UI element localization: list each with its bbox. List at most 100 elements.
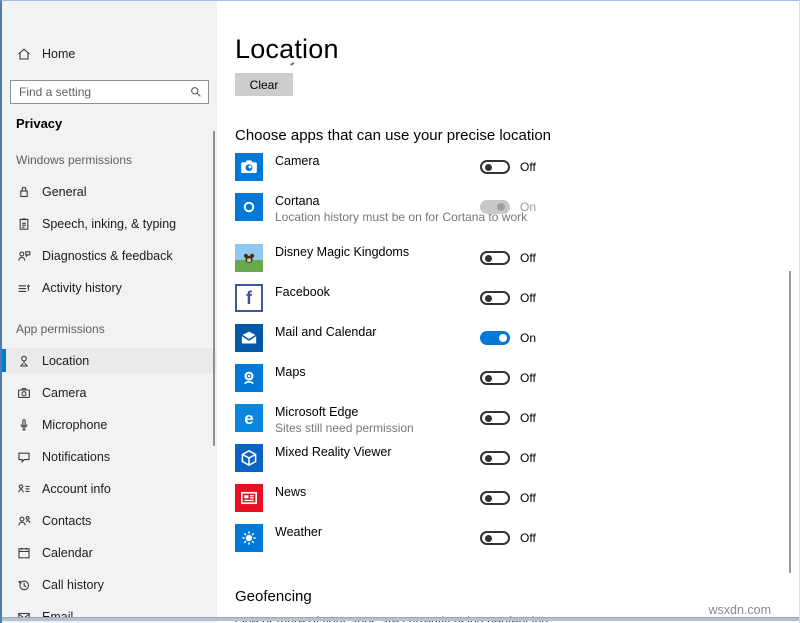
mixed-reality-tile-icon — [235, 444, 263, 472]
app-row-news: News Off — [235, 484, 799, 524]
sidebar-item-label: Speech, inking, & typing — [42, 217, 176, 231]
toggle-state-label: Off — [520, 251, 536, 265]
sidebar: Home Privacy Windows permissions General… — [2, 1, 217, 623]
maps-tile-icon — [235, 364, 263, 392]
sidebar-item-notifications[interactable]: Notifications — [2, 444, 217, 469]
main-panel: Location Clear Choose apps that can use … — [217, 1, 799, 623]
edge-tile-icon: e — [235, 404, 263, 432]
facebook-location-toggle[interactable] — [480, 291, 510, 305]
sidebar-item-label: General — [42, 185, 86, 199]
app-row-camera: Camera Off — [235, 153, 799, 193]
toggle-state-label: Off — [520, 291, 536, 305]
search-icon[interactable] — [189, 85, 203, 99]
toggle-state-label: On — [520, 331, 536, 345]
settings-window: ← Settings – □ ✕ Home Privacy Windows pe… — [0, 0, 800, 623]
group-label-app-permissions: App permissions — [2, 322, 217, 336]
call-history-icon — [16, 577, 32, 593]
edge-location-toggle[interactable] — [480, 411, 510, 425]
sidebar-item-general[interactable]: General — [2, 179, 217, 204]
sidebar-item-calendar[interactable]: Calendar — [2, 540, 217, 565]
location-icon — [16, 353, 32, 369]
camera-location-toggle[interactable] — [480, 160, 510, 174]
app-permission-list: Camera Off Cortana Location history must… — [235, 153, 799, 564]
toggle-state-label: Off — [520, 531, 536, 545]
calendar-icon — [16, 545, 32, 561]
app-row-facebook: f Facebook Off — [235, 284, 799, 324]
clear-button[interactable]: Clear — [235, 73, 293, 96]
toggle-state-label: Off — [520, 491, 536, 505]
app-row-microsoft-edge: e Microsoft Edge Sites still need permis… — [235, 404, 799, 444]
mail-calendar-location-toggle[interactable] — [480, 331, 510, 345]
lock-icon — [16, 184, 32, 200]
toggle-knob — [497, 203, 505, 211]
disney-location-toggle[interactable] — [480, 251, 510, 265]
mixed-reality-location-toggle[interactable] — [480, 451, 510, 465]
sidebar-item-contacts[interactable]: Contacts — [2, 508, 217, 533]
sidebar-item-location[interactable]: Location — [2, 348, 217, 373]
microphone-icon — [16, 417, 32, 433]
toggle-state-label: Off — [520, 160, 536, 174]
toggle-knob — [485, 495, 492, 502]
sidebar-item-home[interactable]: Home — [2, 41, 217, 66]
group-label-windows-permissions: Windows permissions — [2, 153, 217, 167]
sidebar-scrollbar[interactable] — [213, 131, 215, 446]
home-icon — [16, 46, 32, 62]
toggle-knob — [485, 455, 492, 462]
disney-tile-icon — [235, 244, 263, 272]
sidebar-item-label: Contacts — [42, 514, 91, 528]
app-row-cortana: Cortana Location history must be on for … — [235, 193, 799, 244]
sidebar-item-activity-history[interactable]: Activity history — [2, 275, 217, 300]
toggle-state-label: Off — [520, 371, 536, 385]
sidebar-item-label: Calendar — [42, 546, 93, 560]
clipboard-icon — [16, 216, 32, 232]
app-row-mixed-reality-viewer: Mixed Reality Viewer Off — [235, 444, 799, 484]
sidebar-section-privacy: Privacy — [2, 116, 217, 131]
sidebar-item-label: Activity history — [42, 281, 122, 295]
maps-location-toggle[interactable] — [480, 371, 510, 385]
selection-indicator — [2, 349, 6, 372]
sidebar-item-label: Call history — [42, 578, 104, 592]
account-icon — [16, 481, 32, 497]
sidebar-item-call-history[interactable]: Call history — [2, 572, 217, 597]
camera-tile-icon — [235, 153, 263, 181]
sidebar-item-label: Account info — [42, 482, 111, 496]
sidebar-item-diagnostics-feedback[interactable]: Diagnostics & feedback — [2, 243, 217, 268]
search-input[interactable] — [11, 81, 208, 103]
toggle-knob — [499, 334, 507, 342]
sidebar-item-microphone[interactable]: Microphone — [2, 412, 217, 437]
mail-tile-icon — [235, 324, 263, 352]
contacts-icon — [16, 513, 32, 529]
apps-section-heading: Choose apps that can use your precise lo… — [235, 127, 799, 144]
facebook-letter: f — [246, 289, 252, 307]
notifications-icon — [16, 449, 32, 465]
feedback-icon — [16, 248, 32, 264]
content-scrollbar[interactable] — [789, 271, 791, 573]
sidebar-item-label: Microphone — [42, 418, 107, 432]
sidebar-item-speech-inking-typing[interactable]: Speech, inking, & typing — [2, 211, 217, 236]
toggle-state-label: On — [520, 200, 536, 214]
app-row-mail-and-calendar: Mail and Calendar On — [235, 324, 799, 364]
sidebar-item-camera[interactable]: Camera — [2, 380, 217, 405]
activity-icon — [16, 280, 32, 296]
sidebar-item-account-info[interactable]: Account info — [2, 476, 217, 501]
news-location-toggle[interactable] — [480, 491, 510, 505]
sidebar-item-label: Home — [42, 47, 75, 61]
toggle-knob — [485, 255, 492, 262]
weather-location-toggle[interactable] — [480, 531, 510, 545]
toggle-knob — [485, 295, 492, 302]
cortana-tile-icon — [235, 193, 263, 221]
camera-icon — [16, 385, 32, 401]
sidebar-item-label: Camera — [42, 386, 86, 400]
watermark: wsxdn.com — [708, 603, 771, 617]
sidebar-item-label: Diagnostics & feedback — [42, 249, 173, 263]
sidebar-item-label: Notifications — [42, 450, 110, 464]
toggle-knob — [485, 375, 492, 382]
news-tile-icon — [235, 484, 263, 512]
facebook-tile-icon: f — [235, 284, 263, 312]
cortana-location-toggle — [480, 200, 510, 214]
toggle-knob — [485, 415, 492, 422]
toggle-knob — [485, 164, 492, 171]
app-row-weather: Weather Off — [235, 524, 799, 564]
toggle-knob — [485, 535, 492, 542]
app-row-disney-magic-kingdoms: Disney Magic Kingdoms Off — [235, 244, 799, 284]
